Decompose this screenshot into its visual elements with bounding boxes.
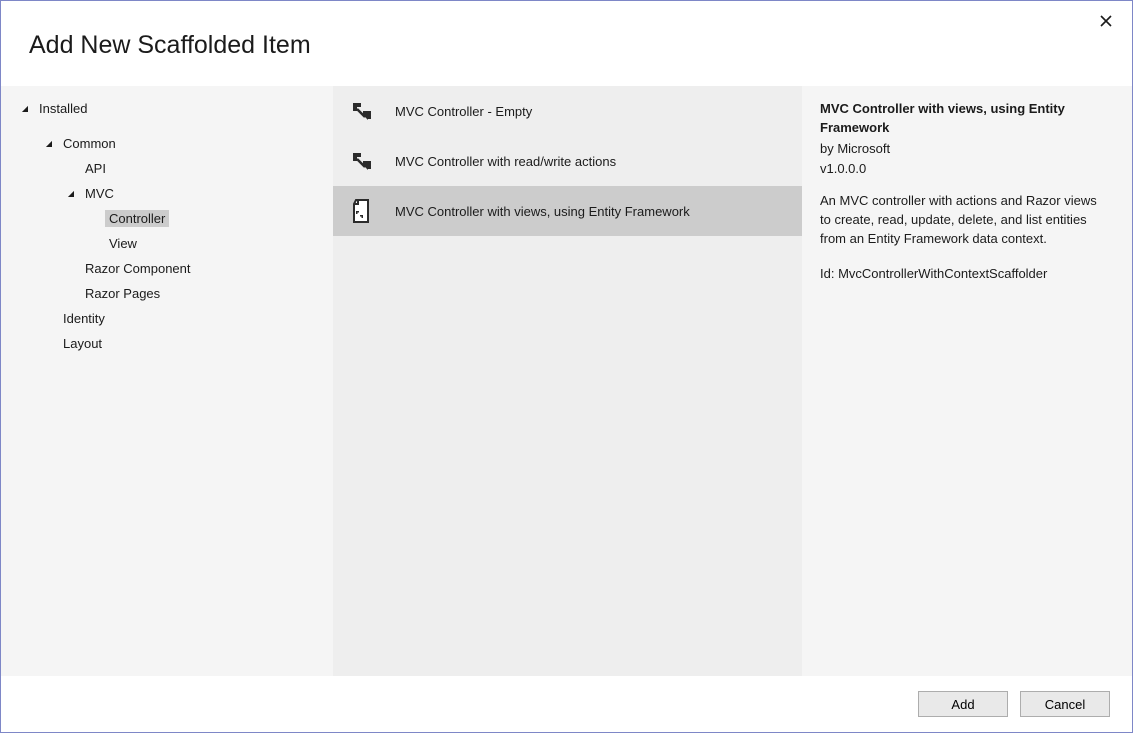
tree-label: Controller xyxy=(109,211,165,226)
dialog-window: Add New Scaffolded Item ◢ Installed ◢ Co… xyxy=(0,0,1133,733)
dialog-body: ◢ Installed ◢ Common API ◢ xyxy=(1,86,1132,676)
tree-item-razor-component[interactable]: Razor Component xyxy=(17,256,333,281)
add-button[interactable]: Add xyxy=(918,691,1008,717)
chevron-down-icon: ◢ xyxy=(19,103,31,115)
controller-icon xyxy=(347,96,377,126)
tree-item-api[interactable]: API xyxy=(17,156,333,181)
template-label: MVC Controller with read/write actions xyxy=(395,154,616,169)
template-item-mvc-controller-ef[interactable]: MVC Controller with views, using Entity … xyxy=(333,186,802,236)
template-label: MVC Controller with views, using Entity … xyxy=(395,204,690,219)
template-label: MVC Controller - Empty xyxy=(395,104,532,119)
tree-label: Layout xyxy=(63,336,102,351)
template-details: MVC Controller with views, using Entity … xyxy=(802,86,1132,676)
cancel-button[interactable]: Cancel xyxy=(1020,691,1110,717)
tree-spacer xyxy=(89,213,101,225)
close-icon xyxy=(1100,15,1112,31)
tree-item-controller[interactable]: Controller xyxy=(17,206,333,231)
tree-label: Identity xyxy=(63,311,105,326)
tree-spacer xyxy=(65,163,77,175)
tree-item-common[interactable]: ◢ Common xyxy=(17,131,333,156)
tree-label: Razor Component xyxy=(85,261,191,276)
tree-label: Razor Pages xyxy=(85,286,160,301)
tree-item-installed[interactable]: ◢ Installed xyxy=(17,96,333,121)
tree-label: Common xyxy=(63,136,116,151)
tree-spacer xyxy=(43,338,55,350)
tree-label: API xyxy=(85,161,106,176)
category-tree: ◢ Installed ◢ Common API ◢ xyxy=(1,86,333,676)
template-list: MVC Controller - Empty MVC Controller wi… xyxy=(333,86,802,676)
detail-title: MVC Controller with views, using Entity … xyxy=(820,100,1110,138)
tree-label: MVC xyxy=(85,186,114,201)
tree-item-identity[interactable]: Identity xyxy=(17,306,333,331)
detail-description: An MVC controller with actions and Razor… xyxy=(820,192,1110,249)
detail-version: v1.0.0.0 xyxy=(820,160,1110,179)
controller-icon xyxy=(347,146,377,176)
tree-spacer xyxy=(43,313,55,325)
detail-id: Id: MvcControllerWithContextScaffolder xyxy=(820,265,1110,284)
tree-label: View xyxy=(109,236,137,251)
tree-spacer xyxy=(89,238,101,250)
template-item-mvc-controller-empty[interactable]: MVC Controller - Empty xyxy=(333,86,802,136)
tree-spacer xyxy=(65,263,77,275)
dialog-title: Add New Scaffolded Item xyxy=(29,31,311,60)
tree-item-view[interactable]: View xyxy=(17,231,333,256)
chevron-down-icon: ◢ xyxy=(65,188,77,200)
tree-item-razor-pages[interactable]: Razor Pages xyxy=(17,281,333,306)
dialog-header: Add New Scaffolded Item xyxy=(1,1,1132,86)
tree-item-mvc[interactable]: ◢ MVC xyxy=(17,181,333,206)
detail-author: by Microsoft xyxy=(820,140,1110,159)
dialog-footer: Add Cancel xyxy=(1,676,1132,732)
template-item-mvc-controller-readwrite[interactable]: MVC Controller with read/write actions xyxy=(333,136,802,186)
tree-spacer xyxy=(65,288,77,300)
close-button[interactable] xyxy=(1096,13,1116,33)
chevron-down-icon: ◢ xyxy=(43,138,55,150)
tree-item-layout[interactable]: Layout xyxy=(17,331,333,356)
tree-label: Installed xyxy=(39,101,87,116)
controller-ef-icon xyxy=(347,196,377,226)
